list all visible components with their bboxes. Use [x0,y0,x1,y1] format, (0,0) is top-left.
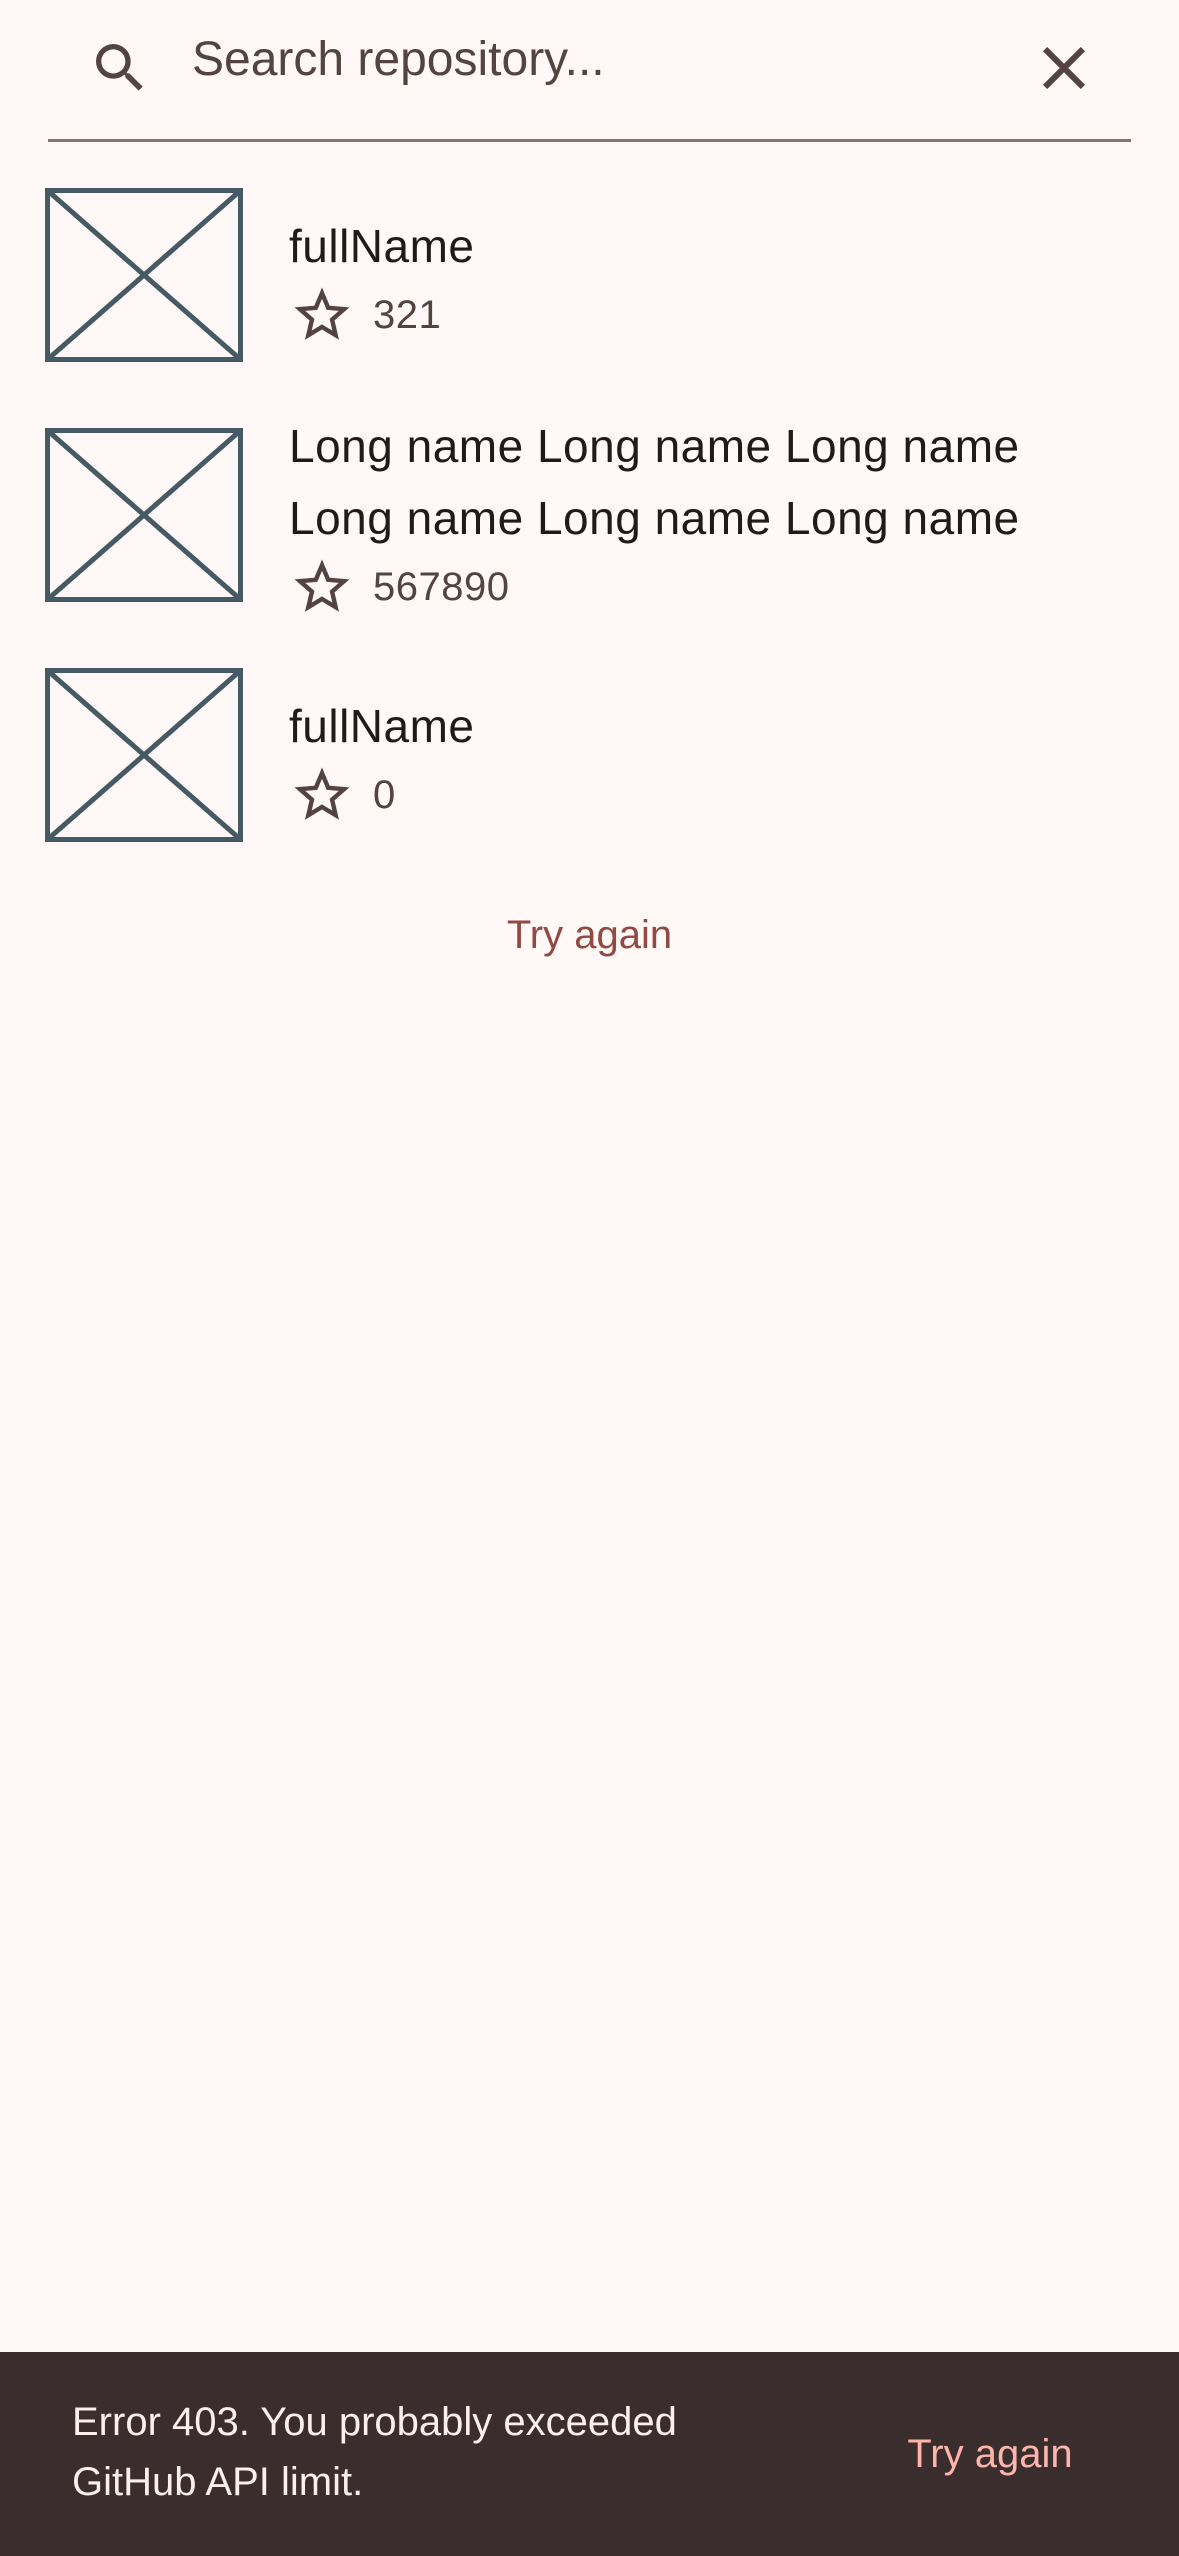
snackbar-retry-button[interactable]: Try again [870,2412,1110,2496]
repository-list-item[interactable]: Long name Long name Long name Long name … [0,420,1179,628]
repository-stars: 567890 [289,552,509,622]
broken-image-icon [45,428,243,602]
snackbar-message: Error 403. You probably exceeded GitHub … [72,2400,677,2504]
repository-name: fullName [289,700,475,752]
repository-stars: 321 [289,280,441,350]
clear-search-button[interactable] [1024,30,1104,110]
repository-name: Long name Long name Long name Long name … [289,420,1020,544]
star-count: 0 [373,772,396,817]
repository-stars: 0 [289,760,396,830]
broken-image-icon [45,188,243,362]
star-outline-icon [289,554,355,620]
star-count: 321 [373,292,442,337]
search-icon [88,36,152,100]
search-input[interactable] [192,24,1012,94]
repository-name: fullName [289,220,475,272]
broken-image-icon [45,668,243,842]
error-snackbar: Error 403. You probably exceeded GitHub … [0,2352,1179,2556]
repository-list-item[interactable]: fullName 0 [0,668,1179,848]
star-count: 567890 [373,564,510,609]
star-outline-icon [289,762,355,828]
search-bar [48,0,1131,142]
list-retry-button[interactable]: Try again [0,900,1179,970]
close-icon [1028,32,1100,109]
star-outline-icon [289,282,355,348]
repository-list-item[interactable]: fullName 321 [0,188,1179,368]
